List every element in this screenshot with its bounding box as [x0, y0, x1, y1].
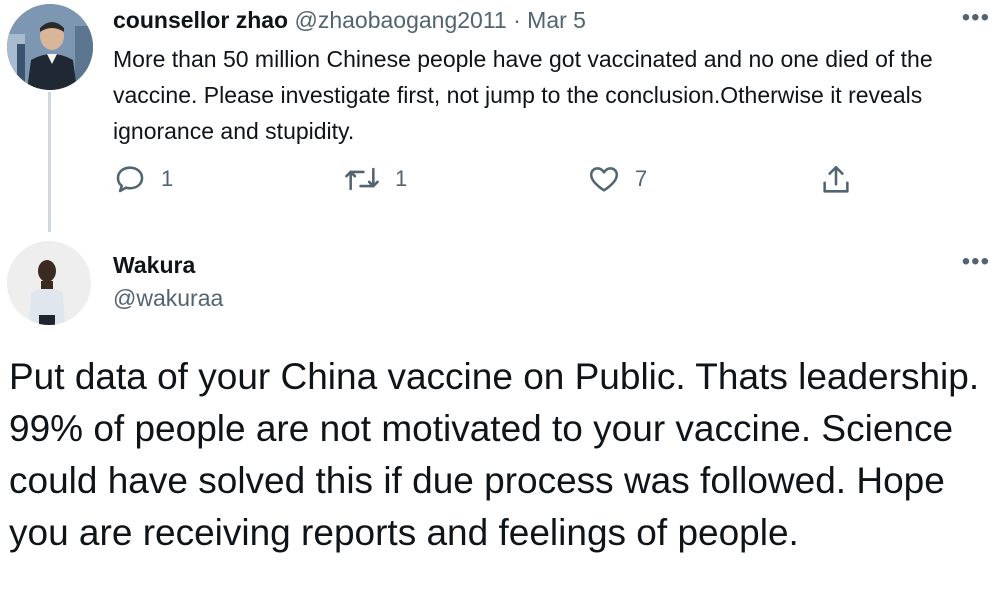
tweet-actions: 1 1 7 [113, 162, 873, 202]
avatar-photo-icon [7, 241, 91, 325]
share-icon [819, 162, 853, 198]
thread-connector-line [48, 92, 51, 232]
retweet-button[interactable]: 1 [343, 162, 407, 196]
avatar-photo-icon [7, 4, 93, 90]
handle[interactable]: @zhaobaogang2011 [294, 7, 506, 33]
timestamp[interactable]: Mar 5 [527, 7, 586, 33]
retweet-count: 1 [395, 166, 408, 191]
like-button[interactable]: 7 [587, 162, 647, 196]
reply-button[interactable]: 1 [113, 162, 173, 196]
tweet-header: counsellor zhao @zhaobaogang2011 · Mar 5 [113, 5, 586, 35]
reply-icon [113, 162, 147, 196]
share-button[interactable] [819, 162, 853, 198]
display-name[interactable]: counsellor zhao [113, 7, 288, 33]
separator: · [513, 7, 521, 33]
more-options-button[interactable]: ••• [962, 250, 990, 274]
more-options-button[interactable]: ••• [962, 6, 990, 30]
reply-count: 1 [161, 166, 174, 191]
tweet-text: Put data of your China vaccine on Public… [9, 356, 980, 553]
display-name[interactable]: Wakura [113, 250, 195, 280]
retweet-icon [343, 162, 381, 196]
tweet-text: More than 50 million Chinese people have… [113, 46, 933, 144]
heart-icon [587, 162, 621, 196]
like-count: 7 [635, 166, 648, 191]
avatar[interactable] [7, 241, 91, 325]
handle[interactable]: @wakuraa [113, 283, 223, 313]
avatar[interactable] [7, 4, 93, 90]
